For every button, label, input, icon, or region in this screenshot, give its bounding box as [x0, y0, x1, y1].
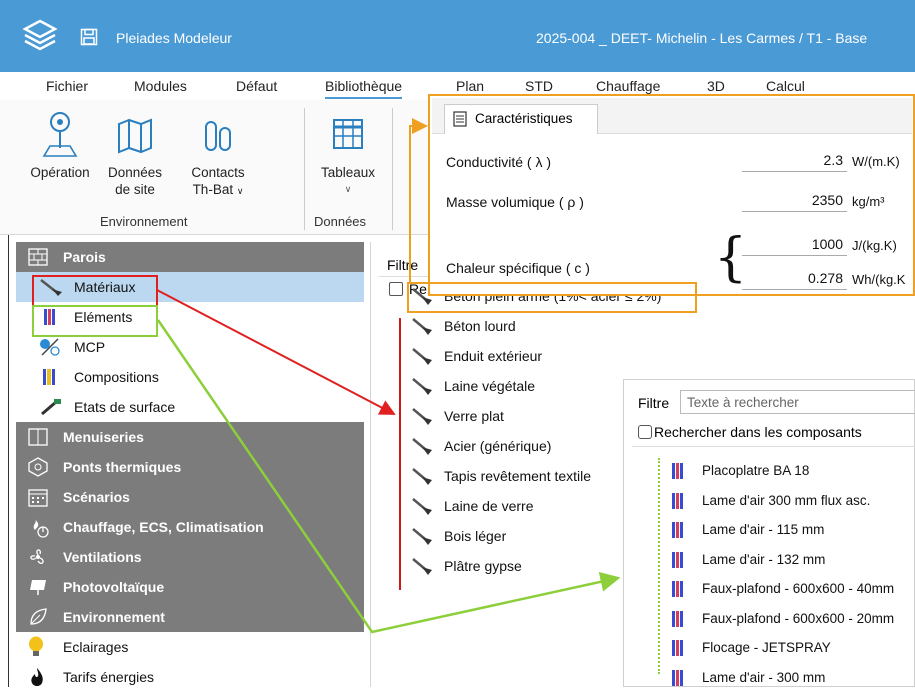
orange-arrow [409, 118, 428, 283]
red-arrow [156, 289, 396, 415]
annotation-arrows [156, 118, 621, 634]
green-arrow [156, 319, 621, 634]
